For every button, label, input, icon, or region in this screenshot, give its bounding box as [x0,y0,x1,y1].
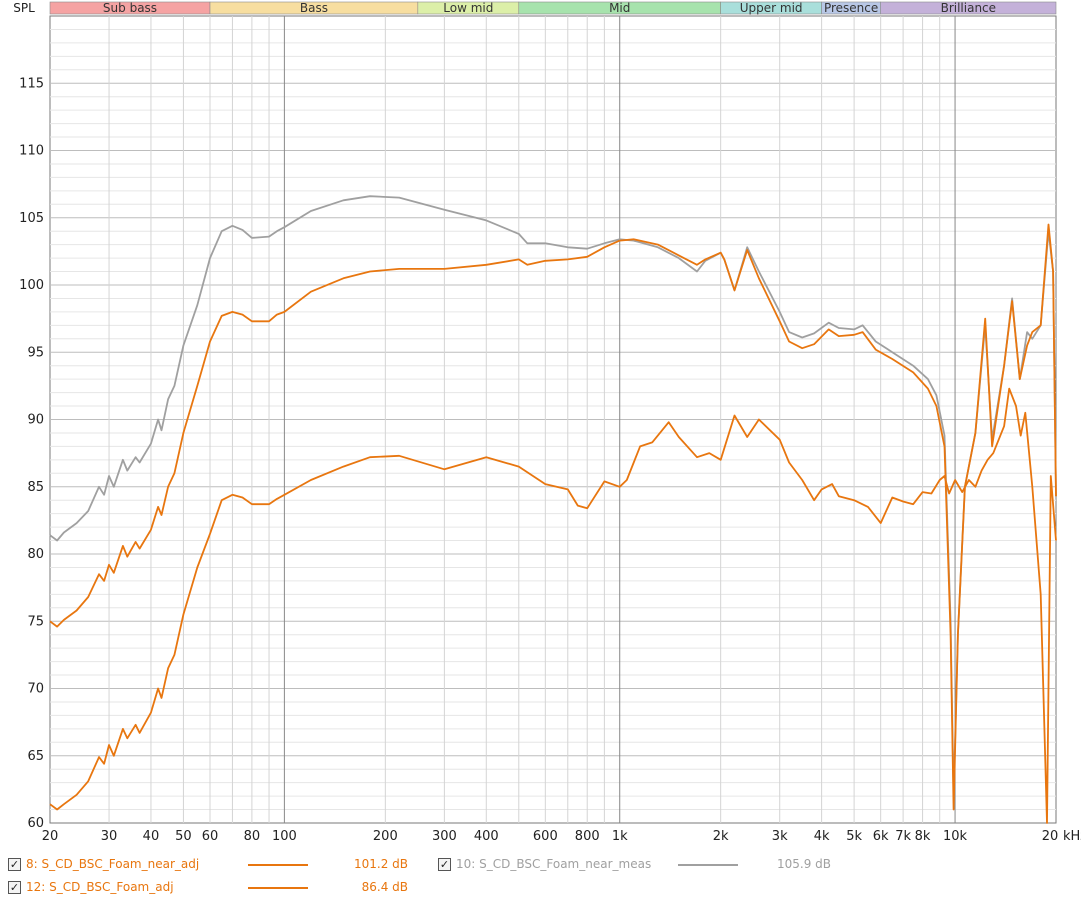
legend-series-name: 10: S_CD_BSC_Foam_near_meas [456,857,652,871]
x-tick-label: 4k [814,829,830,844]
legend-value: 101.2 dB [353,857,408,871]
legend-swatch [248,864,308,866]
grid [49,15,1057,824]
y-tick-label: 75 [27,614,44,629]
legend-value: 105.9 dB [776,857,831,871]
band-label: Presence [824,1,878,15]
x-tick-label: 20 [42,829,59,844]
x-axis-unit-label: kHz [1063,829,1081,844]
y-tick-label: 70 [27,682,44,697]
frequency-bands-bar: Sub bass Bass Low mid Mid Upper mid Presence B… [49,1,1057,15]
band-label: Sub bass [103,1,157,15]
x-axis: 20 30 40 50 60 80 100 200 300 400 600 800 1k 2k 3k 4k 5k… [42,829,1059,844]
x-tick-label: 40 [143,829,160,844]
x-tick-label: 800 [575,829,600,844]
x-tick-label: 10k [943,829,968,844]
y-tick-label: 85 [27,480,44,495]
band-label: Upper mid [740,1,803,15]
x-tick-label: 5k [846,829,862,844]
x-tick-label: 200 [373,829,398,844]
legend-series-name: 12: S_CD_BSC_Foam_adj [26,880,174,894]
x-tick-label: 400 [474,829,499,844]
x-tick-label: 80 [244,829,261,844]
y-tick-label: 115 [19,76,44,91]
y-tick-label: 80 [27,547,44,562]
legend-value: 86.4 dB [361,880,408,894]
x-tick-label: 8k [915,829,931,844]
y-tick-label: 95 [27,345,44,360]
legend-checkbox[interactable]: ✓ [8,881,21,894]
x-tick-label: 20 [1042,829,1059,844]
x-tick-label: 2k [713,829,729,844]
legend-item[interactable]: ✓ 8: S_CD_BSC_Foam_near_adj 101.2 dB [8,856,428,876]
x-tick-label: 7k [895,829,911,844]
legend-checkbox[interactable]: ✓ [8,858,21,871]
frequency-response-chart: Sub bass Bass Low mid Mid Upper mid Presence B… [13,1,1081,844]
x-tick-label: 3k [772,829,788,844]
legend-item[interactable]: ✓ 12: S_CD_BSC_Foam_adj 86.4 dB [8,879,428,899]
x-tick-label: 30 [101,829,118,844]
band-label: Bass [300,1,328,15]
x-tick-label: 60 [202,829,219,844]
y-axis-label: SPL [13,1,35,15]
legend-item[interactable]: ✓ 10: S_CD_BSC_Foam_near_meas 105.9 dB [438,856,858,876]
x-tick-label: 6k [873,829,889,844]
y-axis: 6065707580859095100105110115 [19,76,44,831]
y-tick-label: 100 [19,278,44,293]
y-tick-label: 105 [19,211,44,226]
legend-swatch [678,864,738,866]
x-tick-label: 600 [533,829,558,844]
x-tick-label: 1k [612,829,628,844]
y-tick-label: 90 [27,413,44,428]
x-tick-label: 300 [432,829,457,844]
y-tick-label: 110 [19,144,44,159]
legend-checkbox[interactable]: ✓ [438,858,451,871]
legend-series-name: 8: S_CD_BSC_Foam_near_adj [26,857,200,871]
band-label: Mid [609,1,630,15]
band-label: Low mid [443,1,493,15]
legend-swatch [248,887,308,889]
x-tick-label: 100 [272,829,297,844]
y-tick-label: 65 [27,749,44,764]
x-tick-label: 50 [175,829,192,844]
band-label: Brilliance [941,1,996,15]
